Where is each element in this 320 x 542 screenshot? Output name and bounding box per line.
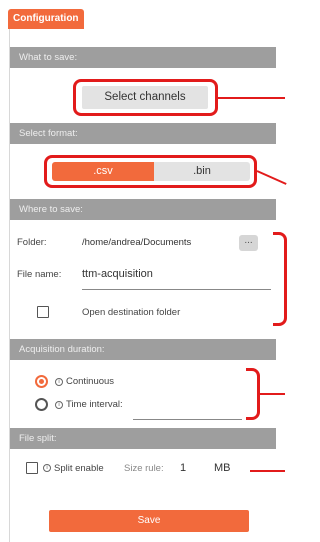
info-icon: i — [55, 378, 63, 386]
section-header-where-to-save: Where to save: — [10, 199, 276, 220]
section-header-acquisition-duration: Acquisition duration: — [10, 339, 276, 360]
size-value-input[interactable]: 1 — [180, 462, 186, 474]
highlight-callout-line — [250, 470, 285, 472]
folder-path-value: /home/andrea/Documents — [82, 237, 192, 248]
info-icon: i — [43, 464, 51, 472]
file-name-input[interactable]: ttm-acquisition — [82, 268, 153, 280]
file-name-underline — [82, 289, 271, 290]
info-icon: i — [55, 401, 63, 409]
highlight-format-selector — [44, 155, 257, 188]
split-enable-checkbox[interactable] — [26, 462, 38, 474]
highlight-select-channels — [73, 79, 218, 116]
tab-configuration[interactable]: Configuration — [8, 9, 84, 29]
time-interval-radio[interactable] — [35, 398, 48, 411]
panel-border — [9, 26, 10, 542]
split-enable-label: Split enable — [54, 463, 104, 474]
file-name-label: File name: — [17, 269, 62, 280]
highlight-callout-line — [260, 393, 285, 395]
time-interval-label: Time interval: — [66, 399, 123, 410]
continuous-label: Continuous — [66, 376, 115, 387]
time-interval-input[interactable] — [133, 419, 242, 420]
section-header-what-to-save: What to save: — [10, 47, 276, 68]
folder-label: Folder: — [17, 237, 47, 248]
size-unit-select[interactable]: MB — [214, 462, 231, 474]
section-header-select-format: Select format: — [10, 123, 276, 144]
highlight-callout-line — [256, 170, 287, 185]
browse-folder-button[interactable]: ... — [239, 235, 258, 251]
section-header-file-split: File split: — [10, 428, 276, 449]
save-button[interactable]: Save — [49, 510, 249, 532]
highlight-where-to-save — [273, 232, 287, 326]
open-destination-folder-label: Open destination folder — [82, 307, 181, 318]
size-rule-label: Size rule: — [124, 463, 164, 474]
continuous-radio[interactable] — [35, 375, 48, 388]
highlight-callout-line — [218, 97, 285, 99]
highlight-acquisition-duration — [246, 368, 260, 420]
open-destination-folder-checkbox[interactable] — [37, 306, 49, 318]
